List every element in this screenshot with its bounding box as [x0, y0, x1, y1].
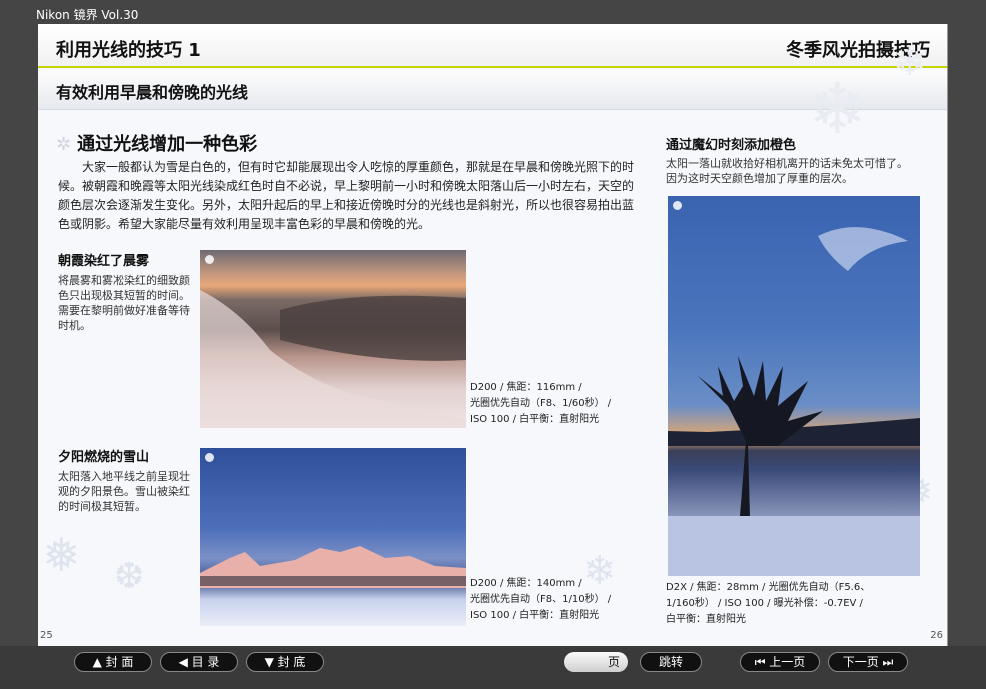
caption-line: ISO 100 / 白平衡：直射阳光 [470, 610, 600, 621]
page-number-left: 25 [40, 630, 53, 641]
page-number-input[interactable]: 页 [564, 652, 628, 672]
photo-caption: D200 / 焦距：116mm / 光圈优先自动（F8、1/60秒） / ISO… [470, 380, 611, 428]
item-title: 通过魔幻时刻添加橙色 [666, 138, 797, 153]
caption-line: D2X / 焦距：28mm / 光圈优先自动（F5.6、 [666, 582, 871, 593]
photo-sunset-snow-mountain [200, 448, 466, 626]
snowflake-icon: ✲ [56, 134, 72, 155]
caption-line: ISO 100 / 白平衡：直射阳光 [470, 414, 600, 425]
item-title: 朝霞染红了晨雾 [58, 254, 150, 269]
caption-line: 光圈优先自动（F8、1/10秒） / [470, 594, 612, 605]
section-title-text: 通过光线增加一种色彩 [77, 134, 258, 155]
snowflake-icon: ❄ [893, 39, 927, 85]
prev-page-button[interactable]: ⏮ 上一页 [740, 652, 820, 672]
intro-paragraph: 大家一般都认为雪是白色的，但有时它却能展现出令人吃惊的厚重颜色，那就是在早晨和傍… [58, 160, 635, 231]
photo-caption: D200 / 焦距：140mm / 光圈优先自动（F8、1/10秒） / ISO… [470, 576, 611, 624]
toc-button[interactable]: ◀ 目 录 [160, 652, 238, 672]
caption-line: 白平衡：直射阳光 [666, 614, 746, 625]
page-header: 利用光线的技巧 1 冬季风光拍摄技巧 [38, 24, 947, 68]
caption-line: D200 / 焦距：116mm / [470, 382, 582, 393]
app-title: Nikon 镜界 Vol.30 [36, 8, 139, 22]
snowflake-icon: ❅ [42, 528, 81, 582]
next-page-button[interactable]: 下一页 ⏭ [828, 652, 908, 672]
navigation-bar: ▲ 封 面 ◀ 目 录 ▼ 封 底 页 跳转 ⏮ 上一页 下一页 ⏭ [0, 646, 986, 689]
page-subtitle: 有效利用早晨和傍晚的光线 [56, 83, 249, 102]
item-description: 太阳一落山就收拾好相机离开的话未免太可惜了。因为这时天空颜色增加了厚重的层次。 [666, 157, 908, 185]
magazine-spread: 利用光线的技巧 1 冬季风光拍摄技巧 有效利用早晨和傍晚的光线 ❄ ❄ ❅ ❆ … [38, 24, 948, 646]
back-cover-button[interactable]: ▼ 封 底 [246, 652, 324, 672]
item-description: 太阳落入地平线之前呈现壮观的夕阳景色。雪山被染红的时间极其短暂。 [58, 470, 190, 513]
caption-line: D200 / 焦距：140mm / [470, 578, 582, 589]
snowflake-icon: ❆ [114, 556, 145, 597]
jump-button[interactable]: 跳转 [640, 652, 702, 672]
header-left-title: 利用光线的技巧 1 [56, 40, 201, 61]
photo-magic-hour-tree [668, 196, 920, 576]
section-title: ✲ 通过光线增加一种色彩 [56, 130, 257, 156]
snowflake-icon: ❄ [808, 68, 867, 150]
app-window: Nikon 镜界 Vol.30 利用光线的技巧 1 冬季风光拍摄技巧 有效利用早… [0, 0, 986, 689]
photo-morning-mist [200, 250, 466, 428]
photo-caption: D2X / 焦距：28mm / 光圈优先自动（F5.6、 1/160秒） / I… [666, 580, 870, 628]
item-title: 夕阳燃烧的雪山 [58, 450, 150, 465]
caption-line: 1/160秒） / ISO 100 / 曝光补偿：-0.7EV / [666, 598, 863, 609]
page-number-right: 26 [930, 630, 943, 641]
item-description: 将晨雾和雾凇染红的细致颜色只出现极其短暂的时间。需要在黎明前做好准备等待时机。 [58, 274, 190, 332]
cover-button[interactable]: ▲ 封 面 [74, 652, 152, 672]
caption-line: 光圈优先自动（F8、1/60秒） / [470, 398, 612, 409]
